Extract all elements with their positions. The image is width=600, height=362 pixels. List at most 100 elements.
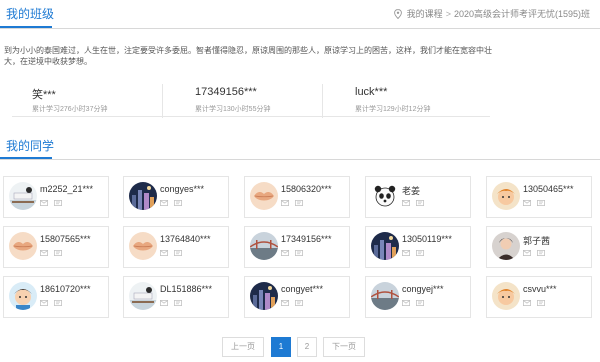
top-student[interactable]: luck*** 累计学习129小时12分钟 <box>322 84 482 118</box>
avatar[interactable] <box>492 232 520 260</box>
classmate-card[interactable]: m2252_21*** <box>3 176 109 218</box>
avatar[interactable] <box>492 282 520 310</box>
classmate-name[interactable]: 17349156*** <box>281 234 332 244</box>
classmate-actions <box>40 300 62 306</box>
classmate-card[interactable]: 17349156*** <box>244 226 350 268</box>
classmates-divider <box>0 159 600 160</box>
breadcrumb: 我的课程 > 2020高级会计师考评无忧(1595)班 <box>393 7 590 20</box>
classmate-card[interactable]: congyej*** <box>365 276 471 318</box>
avatar[interactable] <box>250 232 278 260</box>
classmate-actions <box>523 250 545 256</box>
avatar[interactable] <box>250 182 278 210</box>
classmate-name[interactable]: 18610720*** <box>40 284 91 294</box>
message-icon[interactable] <box>537 300 545 306</box>
mail-icon[interactable] <box>40 300 48 306</box>
prev-page-button[interactable]: 上一页 <box>222 337 264 357</box>
avatar[interactable] <box>250 282 278 310</box>
classmate-name[interactable]: 15806320*** <box>281 184 332 194</box>
message-icon[interactable] <box>295 300 303 306</box>
mail-icon[interactable] <box>523 300 531 306</box>
mail-icon[interactable] <box>281 300 289 306</box>
classmate-actions <box>402 250 424 256</box>
message-icon[interactable] <box>537 250 545 256</box>
classmate-card[interactable]: csvvu*** <box>486 276 592 318</box>
mail-icon[interactable] <box>402 200 410 206</box>
top-student-study-time: 累计学习130小时55分钟 <box>195 106 271 113</box>
classmate-card[interactable]: 郭子茜 <box>486 226 592 268</box>
mail-icon[interactable] <box>160 200 168 206</box>
classmate-name[interactable]: m2252_21*** <box>40 184 93 194</box>
avatar[interactable] <box>9 182 37 210</box>
classmate-card[interactable]: 13764840*** <box>123 226 229 268</box>
classmate-actions <box>523 200 545 206</box>
message-icon[interactable] <box>295 250 303 256</box>
avatar[interactable] <box>371 182 399 210</box>
classmate-name[interactable]: DL151886*** <box>160 284 212 294</box>
classmate-name[interactable]: 15807565*** <box>40 234 91 244</box>
message-icon[interactable] <box>537 200 545 206</box>
classmate-name[interactable]: 13050465*** <box>523 184 574 194</box>
top-students: 笑*** 累计学习276小时37分钟 17349156*** 累计学习130小时… <box>0 84 490 118</box>
classmate-card[interactable]: 老姜 <box>365 176 471 218</box>
classmate-actions <box>402 300 424 306</box>
classmate-name[interactable]: 13764840*** <box>160 234 211 244</box>
mail-icon[interactable] <box>40 200 48 206</box>
classmate-name[interactable]: congyej*** <box>402 284 444 294</box>
classmate-card[interactable]: 18610720*** <box>3 276 109 318</box>
message-icon[interactable] <box>54 200 62 206</box>
top-student-name: luck*** <box>355 86 388 98</box>
breadcrumb-my-courses-link[interactable]: 我的课程 <box>407 7 443 20</box>
avatar[interactable] <box>492 182 520 210</box>
classmate-card[interactable]: congyes*** <box>123 176 229 218</box>
mail-icon[interactable] <box>523 200 531 206</box>
classmate-name[interactable]: 13050119*** <box>402 234 452 244</box>
classmate-card[interactable]: 15807565*** <box>3 226 109 268</box>
mail-icon[interactable] <box>402 300 410 306</box>
message-icon[interactable] <box>416 300 424 306</box>
mail-icon[interactable] <box>281 250 289 256</box>
classmate-name[interactable]: csvvu*** <box>523 284 557 294</box>
next-page-button[interactable]: 下一页 <box>323 337 365 357</box>
classmate-actions <box>523 300 545 306</box>
mail-icon[interactable] <box>523 250 531 256</box>
classmate-actions <box>40 250 62 256</box>
message-icon[interactable] <box>416 250 424 256</box>
top-student-study-time: 累计学习276小时37分钟 <box>32 106 108 113</box>
mail-icon[interactable] <box>160 250 168 256</box>
mail-icon[interactable] <box>160 300 168 306</box>
page-1-button[interactable]: 1 <box>271 337 291 357</box>
message-icon[interactable] <box>295 200 303 206</box>
mail-icon[interactable] <box>281 200 289 206</box>
classmate-name[interactable]: congyes*** <box>160 184 204 194</box>
classmate-actions <box>160 250 182 256</box>
classmate-actions <box>281 200 303 206</box>
classmate-name[interactable]: congyet*** <box>281 284 323 294</box>
breadcrumb-separator: > <box>445 8 451 19</box>
avatar[interactable] <box>371 282 399 310</box>
classmate-card[interactable]: 13050465*** <box>486 176 592 218</box>
classmate-name[interactable]: 老姜 <box>402 184 420 197</box>
message-icon[interactable] <box>416 200 424 206</box>
mail-icon[interactable] <box>40 250 48 256</box>
avatar[interactable] <box>371 232 399 260</box>
avatar[interactable] <box>9 282 37 310</box>
page-2-button[interactable]: 2 <box>297 337 317 357</box>
top-student[interactable]: 17349156*** 累计学习130小时55分钟 <box>162 84 322 118</box>
message-icon[interactable] <box>174 300 182 306</box>
mail-icon[interactable] <box>402 250 410 256</box>
avatar[interactable] <box>9 232 37 260</box>
classmate-card[interactable]: DL151886*** <box>123 276 229 318</box>
top-student[interactable]: 笑*** 累计学习276小时37分钟 <box>0 84 160 118</box>
classmate-card[interactable]: 13050119*** <box>365 226 471 268</box>
avatar[interactable] <box>129 182 157 210</box>
pagination: 上一页 1 2 下一页 <box>0 337 600 357</box>
classmate-name[interactable]: 郭子茜 <box>523 234 550 247</box>
message-icon[interactable] <box>54 250 62 256</box>
message-icon[interactable] <box>174 200 182 206</box>
classmate-card[interactable]: congyet*** <box>244 276 350 318</box>
message-icon[interactable] <box>174 250 182 256</box>
message-icon[interactable] <box>54 300 62 306</box>
avatar[interactable] <box>129 282 157 310</box>
avatar[interactable] <box>129 232 157 260</box>
classmate-card[interactable]: 15806320*** <box>244 176 350 218</box>
